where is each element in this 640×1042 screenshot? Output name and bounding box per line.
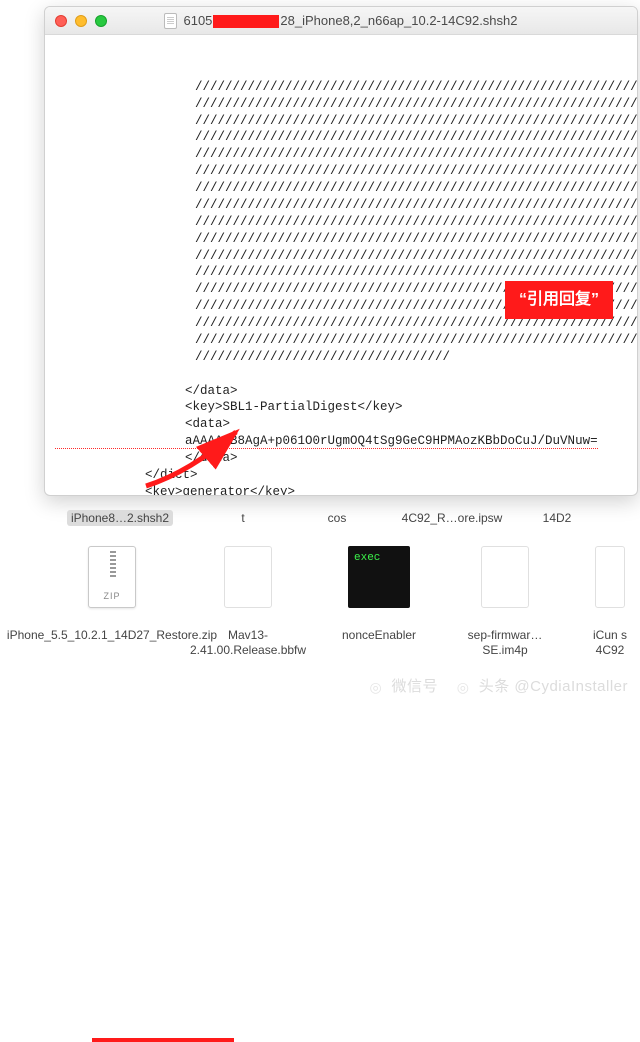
zip-icon — [88, 546, 136, 608]
xml-line: <data> — [55, 417, 230, 431]
file-name: t — [237, 510, 248, 526]
file-item[interactable]: t — [208, 510, 278, 526]
file-name: 4C92_R…ore.ipsw — [398, 510, 507, 526]
file-item-zip[interactable]: iPhone_5.5_10.2.1_14D27_Restore.zip — [56, 534, 168, 658]
title-suffix: 28_iPhone8,2_n66ap_10.2-14C92.shsh2 — [280, 13, 517, 28]
file-item[interactable]: 4C92_R…ore.ipsw — [396, 510, 508, 526]
xml-line: <key>SBL1-PartialDigest</key> — [55, 400, 403, 414]
traffic-lights — [55, 15, 107, 27]
finder-view: iPhone8…2.shsh2 t cos 4C92_R…ore.ipsw 14… — [44, 502, 640, 694]
minimize-icon[interactable] — [75, 15, 87, 27]
document-icon — [164, 13, 177, 29]
file-name: iPhone_5.5_10.2.1_14D27_Restore.zip — [7, 628, 217, 658]
close-icon[interactable] — [55, 15, 67, 27]
redacted-block — [213, 15, 279, 28]
text-editor-content[interactable]: ////////////////////////////////////////… — [45, 35, 637, 495]
file-name: nonceEnabler — [342, 628, 416, 658]
file-item-selected[interactable]: iPhone8…2.shsh2 — [56, 510, 184, 526]
xml-line: <key>generator</key> — [55, 485, 295, 495]
file-item[interactable]: cos — [302, 510, 372, 526]
file-icon — [481, 546, 529, 608]
exec-icon: exec — [348, 546, 410, 608]
window-titlebar[interactable]: 6105 28_iPhone8,2_n66ap_10.2-14C92.shsh2 — [45, 7, 637, 35]
file-row-top: iPhone8…2.shsh2 t cos 4C92_R…ore.ipsw 14… — [44, 510, 640, 526]
xml-line: </data> — [55, 384, 238, 398]
file-item[interactable]: sep-firmwar…SE.im4p — [454, 534, 556, 658]
file-row-thumbs: iPhone_5.5_10.2.1_14D27_Restore.zip Mav1… — [44, 534, 640, 658]
xml-line-base64: aAAAAAB8AgA+p061O0rUgmOQ4tSg9GeC9HPMAozK… — [55, 434, 598, 449]
title-prefix: 6105 — [183, 13, 212, 28]
file-item[interactable]: iCun s 4C92 — [580, 534, 640, 658]
zoom-icon[interactable] — [95, 15, 107, 27]
file-icon — [595, 546, 625, 608]
file-name: iCun s 4C92 — [580, 628, 640, 658]
window-title: 6105 28_iPhone8,2_n66ap_10.2-14C92.shsh2 — [45, 13, 637, 29]
ascii-art-block: ////////////////////////////////////////… — [55, 62, 627, 366]
file-icon — [224, 546, 272, 608]
file-name: Mav13-2.41.00.Release.bbfw — [190, 628, 306, 658]
xml-line: </dict> — [55, 468, 198, 482]
file-item[interactable]: 14D2 — [532, 510, 582, 526]
file-name: iPhone8…2.shsh2 — [67, 510, 173, 526]
file-item[interactable]: Mav13-2.41.00.Release.bbfw — [192, 534, 304, 658]
file-name: 14D2 — [539, 510, 576, 526]
file-name: sep-firmwar…SE.im4p — [454, 628, 556, 658]
annotation-underline — [92, 1038, 234, 1042]
xml-line: </data> — [55, 451, 238, 465]
quote-reply-badge[interactable]: “引用回复” — [505, 281, 613, 319]
editor-window: 610528_iPhone8,2_n66ap_10.2-14C92.shsh2 … — [44, 6, 638, 496]
file-item-exec[interactable]: exec nonceEnabler — [328, 534, 430, 658]
file-name: cos — [324, 510, 351, 526]
